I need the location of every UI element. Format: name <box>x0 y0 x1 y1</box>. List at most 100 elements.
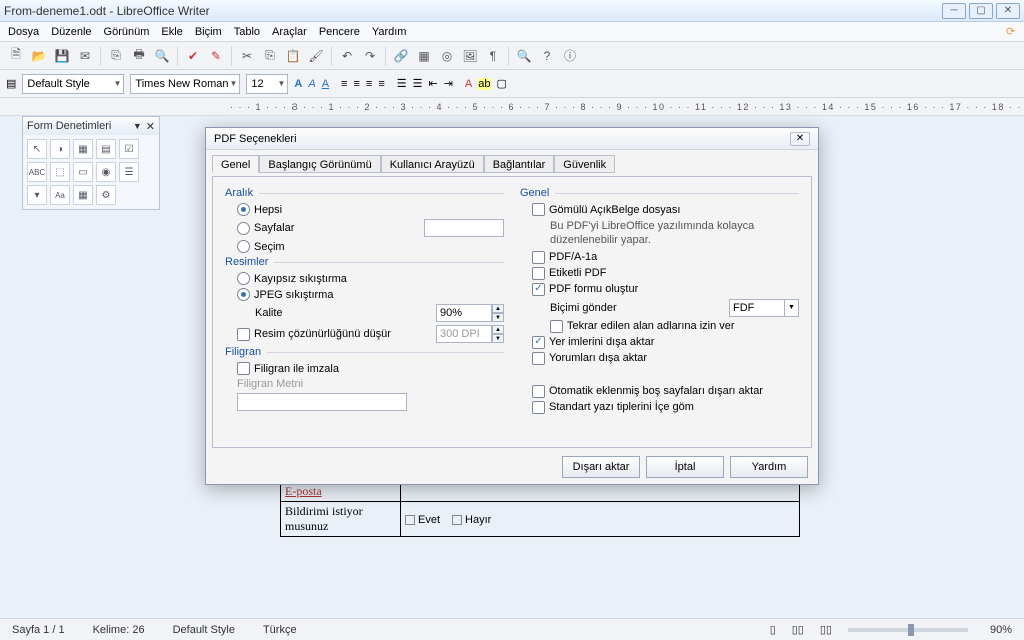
menu-dosya[interactable]: Dosya <box>4 24 43 40</box>
checkbox-icon[interactable]: ☑ <box>119 139 139 159</box>
check-etiketli[interactable] <box>532 267 545 280</box>
menu-gorunum[interactable]: Görünüm <box>100 24 154 40</box>
menu-ekle[interactable]: Ekle <box>157 24 186 40</box>
combobox-icon[interactable]: ▾ <box>27 185 47 205</box>
table-icon[interactable]: ▦ <box>414 46 434 66</box>
panel-close-icon[interactable]: ✕ <box>146 120 155 133</box>
menu-bicim[interactable]: Biçim <box>191 24 226 40</box>
save-icon[interactable]: 💾 <box>52 46 72 66</box>
tab-genel[interactable]: Genel <box>212 155 259 173</box>
check-form[interactable] <box>532 283 545 296</box>
listbox-icon[interactable]: ☰ <box>119 162 139 182</box>
radio-sayfalar[interactable] <box>237 222 250 235</box>
nav-icon[interactable]: ◎ <box>437 46 457 66</box>
open-icon[interactable]: 📂 <box>29 46 49 66</box>
align-justify-icon[interactable]: ≡ <box>378 78 384 90</box>
menu-yardim[interactable]: Yardım <box>368 24 411 40</box>
select-tool-icon[interactable]: ↖ <box>27 139 47 159</box>
style-combo[interactable]: Default Style▼ <box>22 74 124 94</box>
table-cell[interactable]: Bildirimi istiyor musunuz <box>281 502 401 537</box>
wizard-icon[interactable]: ⚙ <box>96 185 116 205</box>
autospell-icon[interactable]: ✎ <box>206 46 226 66</box>
link-icon[interactable]: 🔗 <box>391 46 411 66</box>
check-gomulu[interactable] <box>532 203 545 216</box>
form-prop-icon[interactable]: ▤ <box>96 139 116 159</box>
highlight-icon[interactable]: ab <box>478 78 490 90</box>
menu-araclar[interactable]: Araçlar <box>268 24 311 40</box>
numbering-icon[interactable]: ☰ <box>397 77 407 90</box>
tab-baglantilar[interactable]: Bağlantılar <box>484 155 555 173</box>
dialog-close-icon[interactable]: ✕ <box>790 132 810 146</box>
zoom-slider[interactable] <box>848 628 968 632</box>
tab-baslangic[interactable]: Başlangıç Görünümü <box>259 155 380 173</box>
checkbox-icon[interactable] <box>452 515 462 525</box>
close-button[interactable]: ✕ <box>996 3 1020 19</box>
help-icon[interactable]: ? <box>537 46 557 66</box>
check-tekrar[interactable] <box>550 320 563 333</box>
align-center-icon[interactable]: ≡ <box>353 78 359 90</box>
check-otomatik[interactable] <box>532 385 545 398</box>
textbox-icon[interactable]: ABC <box>27 162 47 182</box>
pdf-icon[interactable]: ⎘ <box>106 46 126 66</box>
bold-icon[interactable]: A <box>294 78 302 90</box>
bullets-icon[interactable]: ☰ <box>413 77 423 90</box>
size-combo[interactable]: 12▼ <box>246 74 288 94</box>
minimize-button[interactable]: ─ <box>942 3 966 19</box>
copy-icon[interactable]: ⎘ <box>260 46 280 66</box>
check-yerim[interactable] <box>532 336 545 349</box>
paste-icon[interactable]: 📋 <box>283 46 303 66</box>
more-controls-icon[interactable]: ▦ <box>73 185 93 205</box>
watermark-input[interactable] <box>237 393 407 411</box>
option-button-icon[interactable]: ◉ <box>96 162 116 182</box>
styles-icon[interactable]: ▤ <box>6 77 16 90</box>
pages-input[interactable] <box>424 219 504 237</box>
indent-inc-icon[interactable]: ⇥ <box>444 77 453 90</box>
email-icon[interactable]: ✉ <box>75 46 95 66</box>
panel-dropdown-icon[interactable]: ▼ <box>133 121 142 131</box>
table-cell[interactable]: Evet Hayır <box>401 502 800 537</box>
spell-icon[interactable]: ✔ <box>183 46 203 66</box>
radio-kayipsiz[interactable] <box>237 272 250 285</box>
checkbox-icon[interactable] <box>405 515 415 525</box>
view-single-icon[interactable]: ▯ <box>770 623 776 636</box>
redo-icon[interactable]: ↷ <box>360 46 380 66</box>
bg-color-icon[interactable]: ▢ <box>497 77 507 90</box>
check-filigran[interactable] <box>237 362 250 375</box>
quality-spinner[interactable]: 90%▲▼ <box>436 304 504 322</box>
menu-tablo[interactable]: Tablo <box>230 24 264 40</box>
update-icon[interactable]: ⟳ <box>1006 25 1020 39</box>
align-right-icon[interactable]: ≡ <box>366 78 372 90</box>
undo-icon[interactable]: ↶ <box>337 46 357 66</box>
maximize-button[interactable]: ▢ <box>969 3 993 19</box>
format-select[interactable]: FDF▼ <box>729 299 799 317</box>
label-icon[interactable]: Aa <box>50 185 70 205</box>
help-button[interactable]: Yardım <box>730 456 808 478</box>
format-field-icon[interactable]: ⬚ <box>50 162 70 182</box>
dpi-spinner[interactable]: 300 DPI▲▼ <box>436 325 504 343</box>
whatsthis-icon[interactable]: ⓘ <box>560 46 580 66</box>
align-left-icon[interactable]: ≡ <box>341 78 347 90</box>
radio-jpeg[interactable] <box>237 288 250 301</box>
design-mode-icon[interactable]: ◑ <box>50 139 70 159</box>
underline-icon[interactable]: A <box>322 78 329 90</box>
indent-dec-icon[interactable]: ⇤ <box>428 77 437 90</box>
check-standart[interactable] <box>532 401 545 414</box>
font-color-icon[interactable]: A <box>465 78 472 90</box>
new-doc-icon[interactable]: 🗎 <box>6 46 26 66</box>
check-yorum[interactable] <box>532 352 545 365</box>
preview-icon[interactable]: 🔍 <box>152 46 172 66</box>
check-pdfa[interactable] <box>532 251 545 264</box>
menu-duzenle[interactable]: Düzenle <box>47 24 95 40</box>
font-combo[interactable]: Times New Roman▼ <box>130 74 240 94</box>
tab-guvenlik[interactable]: Güvenlik <box>554 155 615 173</box>
push-button-icon[interactable]: ▭ <box>73 162 93 182</box>
gallery-icon[interactable]: 🖼 <box>460 46 480 66</box>
cancel-button[interactable]: İptal <box>646 456 724 478</box>
find-icon[interactable]: 🔍 <box>514 46 534 66</box>
check-cozunurluk[interactable] <box>237 328 250 341</box>
cut-icon[interactable]: ✂ <box>237 46 257 66</box>
radio-secim[interactable] <box>237 240 250 253</box>
print-icon[interactable]: 🖶 <box>129 46 149 66</box>
nonprint-icon[interactable]: ¶ <box>483 46 503 66</box>
tab-arayuz[interactable]: Kullanıcı Arayüzü <box>381 155 484 173</box>
